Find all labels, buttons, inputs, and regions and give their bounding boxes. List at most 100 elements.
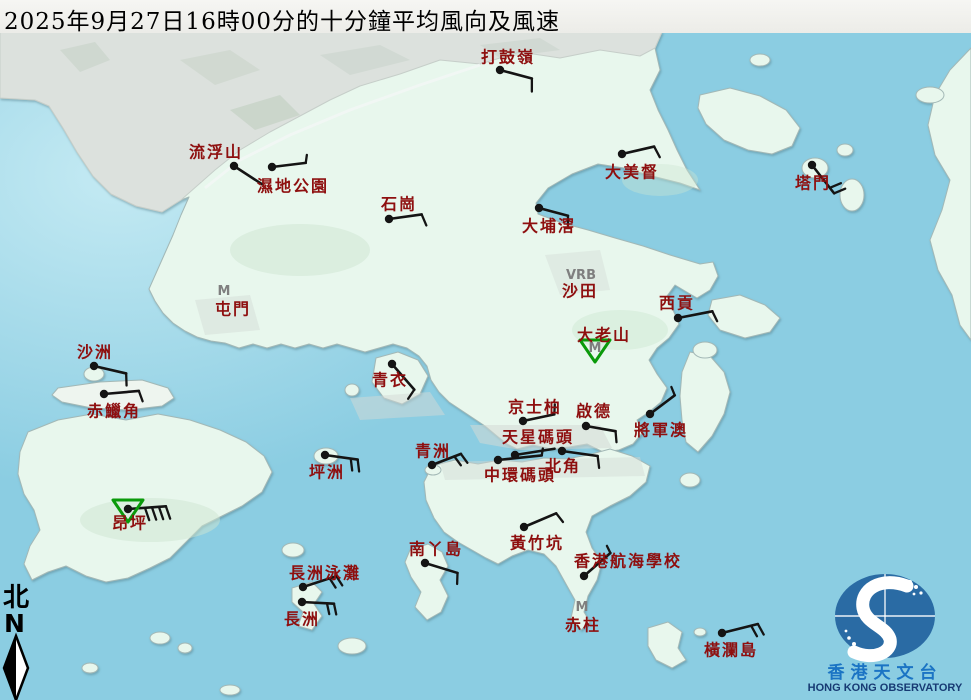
- station-dot: [123, 504, 133, 514]
- station-label: 中環碼頭: [484, 466, 556, 485]
- wind-barb-staff: [323, 453, 359, 461]
- wind-barb-staff: [496, 454, 544, 462]
- station-23: 南丫島: [409, 540, 461, 586]
- station-20: 青洲: [415, 442, 469, 470]
- wind-barb-tick: [325, 602, 331, 616]
- station-label: 將軍澳: [634, 421, 688, 440]
- wind-barb-tick: [653, 145, 661, 159]
- station-24: 黃竹坑: [509, 512, 565, 553]
- station-label: 昂坪: [112, 514, 148, 533]
- station-dot: [267, 162, 277, 172]
- station-4: 大埔滘: [522, 203, 576, 236]
- station-dot: [645, 409, 655, 419]
- wind-barb-staff: [620, 145, 656, 156]
- station-6: 塔門: [795, 160, 847, 195]
- station-dot: [99, 389, 109, 399]
- station-dot: [557, 446, 567, 456]
- wind-barb-staff: [648, 394, 677, 416]
- station-10: M大老山: [577, 326, 629, 364]
- wind-barb-tick: [150, 506, 158, 521]
- station-dot: [89, 361, 99, 371]
- station-label: 赤柱: [565, 616, 601, 635]
- wind-barb-tick: [459, 452, 469, 464]
- wind-barb-tick: [749, 624, 759, 638]
- wind-barb-tick: [420, 213, 428, 227]
- station-28: M赤柱: [565, 600, 601, 635]
- wind-barb-tick: [555, 512, 565, 524]
- wind-barb-staff: [423, 561, 459, 575]
- station-dot: [534, 203, 544, 213]
- wind-barb-tick: [833, 187, 847, 195]
- north-label-n: N: [4, 609, 25, 638]
- station-dot: [581, 421, 591, 431]
- title-bar: 2025年9月27日16時00分的十分鐘平均風向及風速: [0, 0, 971, 35]
- north-compass: 北 N: [2, 583, 30, 700]
- station-label: 長洲泳灘: [289, 564, 361, 583]
- station-9: 西貢: [659, 294, 719, 323]
- wind-barb-tick: [304, 153, 309, 165]
- station-27: 長洲: [284, 597, 338, 629]
- station-label: 香港航海學校: [573, 552, 682, 571]
- station-label: 長洲: [284, 610, 320, 629]
- north-arrow-dark-half: [4, 636, 16, 700]
- station-dot: [617, 149, 627, 159]
- station-label: 屯門: [215, 300, 251, 319]
- station-label: 青洲: [415, 442, 451, 461]
- wind-barb-staff: [513, 447, 556, 457]
- station-label: 流浮山: [189, 143, 243, 162]
- station-marker-m: M: [576, 600, 589, 615]
- wind-barb-tick: [453, 455, 463, 467]
- station-29: 橫瀾島: [704, 622, 765, 660]
- station-15: 啟德: [576, 402, 618, 444]
- map-title: 2025年9月27日16時00分的十分鐘平均風向及風速: [4, 9, 560, 35]
- wind-barb-staff: [92, 364, 128, 375]
- wind-barb-tick: [670, 385, 676, 397]
- station-2: 濕地公園: [257, 153, 327, 196]
- station-8: VRB沙田: [562, 268, 598, 301]
- wind-barb-tick: [596, 454, 601, 470]
- wind-map-page: 2025年9月27日16時00分的十分鐘平均風向及風速 打鼓嶺流浮山 濕地公園石崗…: [0, 0, 971, 700]
- station-21: 坪洲: [309, 450, 361, 482]
- station-dot: [579, 571, 589, 581]
- station-label: 沙洲: [77, 343, 113, 362]
- station-label: 沙田: [562, 282, 598, 301]
- station-7: M屯門: [215, 284, 251, 319]
- wind-barb-tick: [711, 310, 719, 323]
- station-3: 石崗: [380, 195, 428, 227]
- station-label: 大埔滘: [522, 217, 576, 236]
- station-dot: [493, 455, 503, 465]
- wind-barb-staff: [537, 206, 570, 218]
- station-0: 打鼓嶺: [481, 48, 535, 93]
- wind-barb-tick: [540, 447, 544, 457]
- station-label: 京士柏: [508, 398, 562, 417]
- station-11: 沙洲: [77, 343, 128, 387]
- hko-logo-icon: [835, 574, 935, 663]
- station-14: 京士柏: [508, 398, 562, 426]
- wind-barb-tick: [828, 182, 843, 190]
- wind-barb-tick: [137, 389, 144, 403]
- station-label: 塔門: [795, 174, 831, 193]
- station-dot: [495, 65, 505, 75]
- wind-barb-staff: [270, 161, 308, 169]
- wind-barb-tick: [756, 622, 765, 636]
- logo-text-cn: 香港天文台: [827, 663, 943, 683]
- wind-barb-staff: [560, 449, 599, 458]
- station-label: 赤鱲角: [87, 402, 141, 421]
- station-22: 昂坪: [111, 498, 172, 533]
- wind-barb-tick: [349, 457, 354, 472]
- wind-barb-staff: [102, 389, 141, 396]
- wind-barb-staff: [300, 600, 336, 605]
- station-label: 大美督: [605, 163, 659, 182]
- station-label: 天星碼頭: [502, 428, 574, 447]
- station-13: 青衣: [372, 359, 416, 400]
- logo-text-en: HONG KONG OBSERVATORY: [807, 682, 963, 694]
- station-label: 西貢: [659, 294, 695, 313]
- station-16: 將軍澳: [634, 385, 688, 440]
- station-label: 坪洲: [309, 463, 345, 482]
- wind-barb-tick: [164, 505, 172, 520]
- station-dot: [297, 597, 307, 607]
- station-dot: [673, 313, 683, 323]
- station-dot: [807, 160, 817, 170]
- wind-barb-tick: [614, 430, 618, 444]
- station-label: 打鼓嶺: [481, 48, 535, 67]
